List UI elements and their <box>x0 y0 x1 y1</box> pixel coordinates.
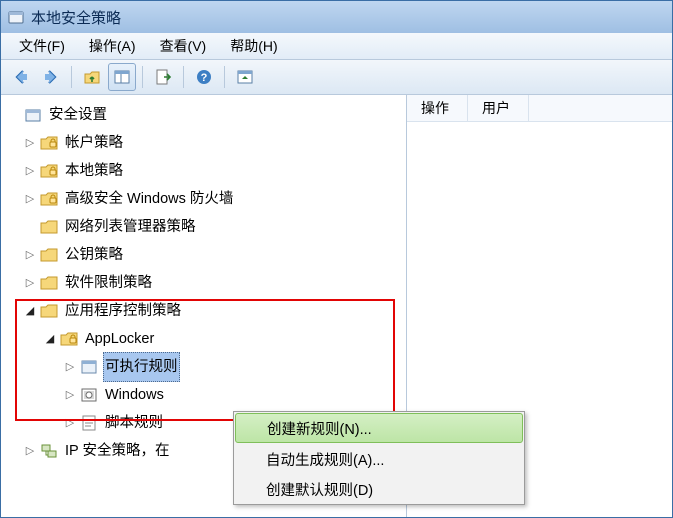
tree-item-label: Windows <box>103 381 166 409</box>
folder-icon <box>39 301 59 321</box>
expand-icon[interactable]: ▷ <box>21 185 39 213</box>
tree-item-label: AppLocker <box>83 325 156 353</box>
folder-lock-icon <box>39 161 59 181</box>
tree-item-network[interactable]: 网络列表管理器策略 <box>5 213 406 241</box>
collapse-icon[interactable]: ◢ <box>21 297 39 325</box>
menu-help[interactable]: 帮助(H) <box>218 36 289 56</box>
tree: 安全设置 ▷ 帐户策略 ▷ 本地策略 <box>1 95 406 465</box>
folder-lock-icon <box>59 329 79 349</box>
title-bar: 本地安全策略 <box>1 1 672 33</box>
tree-item-exe-rules[interactable]: ▷ 可执行规则 <box>5 353 406 381</box>
tree-root[interactable]: 安全设置 <box>5 101 406 129</box>
tree-item-label: IP 安全策略，在 <box>63 437 171 465</box>
tree-item-local[interactable]: ▷ 本地策略 <box>5 157 406 185</box>
tree-item-label: 帐户策略 <box>63 129 125 157</box>
script-icon <box>79 413 99 433</box>
expand-icon[interactable]: ▷ <box>61 353 79 381</box>
expand-icon[interactable]: ▷ <box>61 381 79 409</box>
tree-item-publickey[interactable]: ▷ 公钥策略 <box>5 241 406 269</box>
expand-icon[interactable]: ▷ <box>21 269 39 297</box>
toolbar-separator <box>71 66 72 88</box>
tree-item-label: 本地策略 <box>63 157 125 185</box>
menu-file[interactable]: 文件(F) <box>7 36 77 56</box>
view-panes-button[interactable] <box>108 63 136 91</box>
tree-item-label: 高级安全 Windows 防火墙 <box>63 185 235 213</box>
menu-view[interactable]: 查看(V) <box>148 36 219 56</box>
column-header-user[interactable]: 用户 <box>468 95 529 121</box>
list-header: 操作 用户 <box>407 95 672 122</box>
toolbar-separator-4 <box>224 66 225 88</box>
tree-root-label: 安全设置 <box>47 101 109 129</box>
expand-icon[interactable]: ▷ <box>21 129 39 157</box>
toolbar-separator-3 <box>183 66 184 88</box>
tree-item-label: 公钥策略 <box>63 241 125 269</box>
export-button[interactable] <box>149 63 177 91</box>
menu-item-create-default[interactable]: 创建默认规则(D) <box>234 474 524 504</box>
help-button[interactable]: ? <box>190 63 218 91</box>
network-icon <box>39 441 59 461</box>
menu-item-auto-generate[interactable]: 自动生成规则(A)... <box>234 444 524 474</box>
up-button[interactable] <box>78 63 106 91</box>
tree-item-applocker[interactable]: ◢ AppLocker <box>5 325 406 353</box>
application-icon <box>79 357 99 377</box>
folder-lock-icon <box>39 133 59 153</box>
app-window: 本地安全策略 文件(F) 操作(A) 查看(V) 帮助(H) ? <box>0 0 673 518</box>
folder-icon <box>39 245 59 265</box>
folder-lock-icon <box>39 189 59 209</box>
show-hide-button[interactable] <box>231 63 259 91</box>
tree-item-firewall[interactable]: ▷ 高级安全 Windows 防火墙 <box>5 185 406 213</box>
tree-item-label: 软件限制策略 <box>63 269 154 297</box>
forward-button[interactable] <box>37 63 65 91</box>
expand-icon[interactable]: ▷ <box>61 409 79 437</box>
tree-item-softrestrict[interactable]: ▷ 软件限制策略 <box>5 269 406 297</box>
tree-item-windows-rules[interactable]: ▷ Windows <box>5 381 406 409</box>
installer-icon <box>79 385 99 405</box>
tree-item-accounts[interactable]: ▷ 帐户策略 <box>5 129 406 157</box>
expand-icon[interactable]: ▷ <box>21 437 39 465</box>
expand-icon[interactable]: ▷ <box>21 241 39 269</box>
tree-item-label: 脚本规则 <box>103 409 165 437</box>
expand-icon[interactable]: ▷ <box>21 157 39 185</box>
menu-bar: 文件(F) 操作(A) 查看(V) 帮助(H) <box>1 33 672 60</box>
toolbar-separator-2 <box>142 66 143 88</box>
back-button[interactable] <box>7 63 35 91</box>
menu-item-create-rule[interactable]: 创建新规则(N)... <box>235 413 523 443</box>
collapse-icon[interactable]: ◢ <box>41 325 59 353</box>
app-icon <box>7 8 25 26</box>
tree-item-label: 可执行规则 <box>103 352 180 382</box>
security-icon <box>23 105 43 125</box>
tree-item-appcontrol[interactable]: ◢ 应用程序控制策略 <box>5 297 406 325</box>
window-title: 本地安全策略 <box>31 7 121 28</box>
tree-item-label: 应用程序控制策略 <box>63 297 183 325</box>
tree-item-label: 网络列表管理器策略 <box>63 213 198 241</box>
column-header-action[interactable]: 操作 <box>407 95 468 121</box>
toolbar: ? <box>1 60 672 95</box>
folder-icon <box>39 217 59 237</box>
context-menu: 创建新规则(N)... 自动生成规则(A)... 创建默认规则(D) <box>233 411 525 505</box>
svg-text:?: ? <box>201 72 208 84</box>
folder-icon <box>39 273 59 293</box>
menu-action[interactable]: 操作(A) <box>77 36 148 56</box>
